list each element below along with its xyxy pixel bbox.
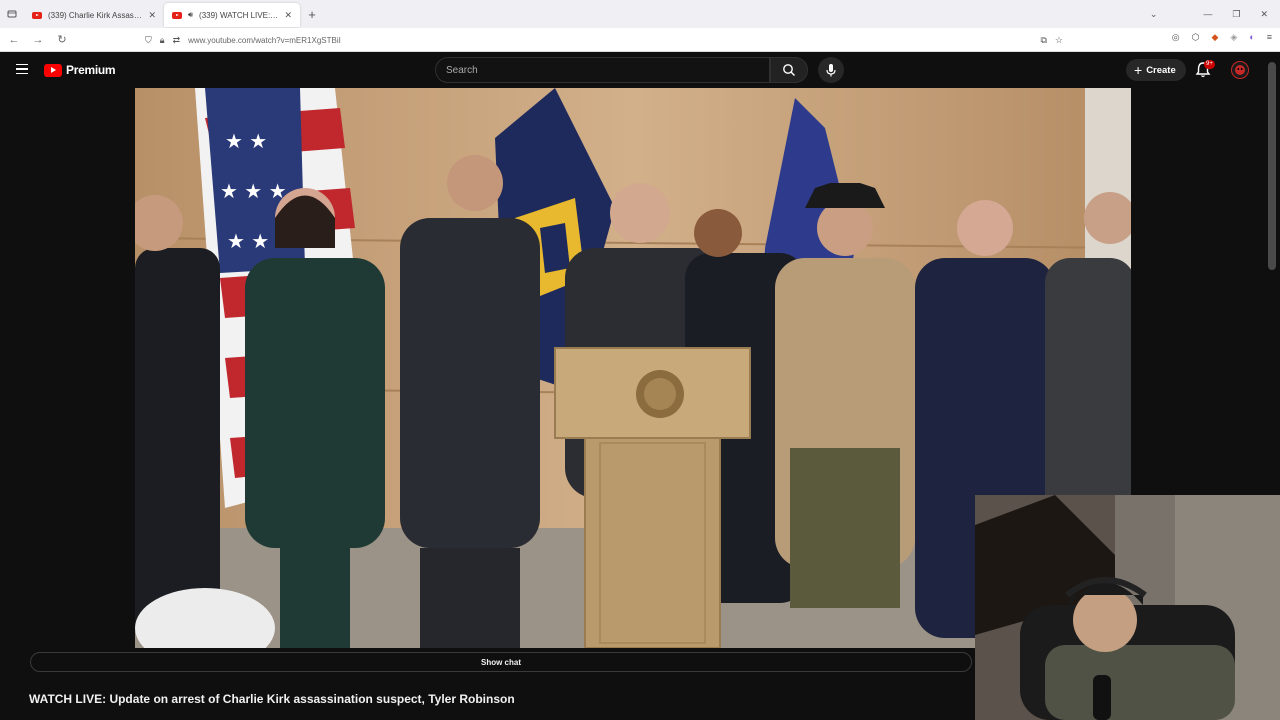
page-scrollbar[interactable] <box>1268 62 1276 270</box>
youtube-header: Premium + Create 9+ <box>0 52 1280 88</box>
search-input[interactable] <box>446 64 769 76</box>
minimize-icon[interactable]: — <box>1203 9 1212 19</box>
create-label: Create <box>1146 64 1176 76</box>
video-title: WATCH LIVE: Update on arrest of Charlie … <box>29 692 515 706</box>
permissions-icon[interactable]: ⇄ <box>173 35 181 46</box>
webcam-image <box>975 495 1280 720</box>
tab-overflow-chevron-icon[interactable]: ⌄ <box>1150 9 1158 20</box>
mic-icon <box>826 64 836 77</box>
close-tab-icon[interactable]: ✕ <box>284 10 292 21</box>
ai-extension-icon[interactable]: ◐ <box>1249 32 1254 43</box>
toolbar-icons: ◎ ⬡ ◆ ◈ ◐ ≡ <box>1172 32 1272 43</box>
translate-icon[interactable]: ⧉ <box>1040 35 1046 46</box>
logo-text: Premium <box>66 63 116 77</box>
star-icon[interactable]: ☆ <box>1055 35 1063 46</box>
search-box[interactable] <box>435 57 770 83</box>
browser-tab-2-active[interactable]: 🔊︎ (339) WATCH LIVE: Update on ✕ <box>164 3 300 27</box>
fox-extension-icon[interactable]: ◆ <box>1211 32 1218 43</box>
tab-list-icon[interactable] <box>0 0 24 28</box>
svg-text:★ ★: ★ ★ <box>225 129 267 153</box>
reload-icon[interactable]: ↻ <box>50 33 74 46</box>
window-controls: ⌄ — ❐ ✕ <box>1150 0 1280 28</box>
shield-icon[interactable]: ⛉ <box>145 35 152 46</box>
notification-badge: 9+ <box>1204 60 1215 69</box>
browser-tab-bar: (339) Charlie Kirk Assassination ✕ 🔊︎ (3… <box>0 0 1280 28</box>
youtube-favicon-icon <box>32 11 42 19</box>
browser-tab-1[interactable]: (339) Charlie Kirk Assassination ✕ <box>24 3 164 27</box>
youtube-logo[interactable]: Premium <box>44 63 116 77</box>
extensions-icon[interactable]: ⬡ <box>1192 32 1200 43</box>
youtube-play-icon <box>44 63 62 77</box>
close-window-icon[interactable]: ✕ <box>1260 9 1268 20</box>
menu-icon[interactable] <box>16 64 28 74</box>
speaker-icon[interactable]: 🔊︎ <box>188 10 193 20</box>
plus-icon: + <box>1134 62 1143 78</box>
svg-text:★ ★ ★: ★ ★ ★ <box>220 179 287 203</box>
voice-search-button[interactable] <box>818 57 844 83</box>
menu-icon[interactable]: ≡ <box>1267 32 1272 43</box>
show-chat-button[interactable]: Show chat <box>30 652 972 672</box>
avatar-icon[interactable] <box>1231 61 1249 79</box>
youtube-favicon-icon <box>172 11 182 19</box>
search-icon <box>783 64 795 76</box>
url-text[interactable]: www.youtube.com/watch?v=mER1XgSTBiI <box>188 36 1032 45</box>
search-button[interactable] <box>770 57 808 83</box>
podium <box>554 347 751 648</box>
restore-icon[interactable]: ❐ <box>1232 9 1240 20</box>
new-tab-button[interactable]: + <box>300 7 324 22</box>
tab-title: (339) WATCH LIVE: Update on <box>199 10 279 20</box>
lock-icon[interactable]: 🔒︎ <box>160 35 165 46</box>
svg-text:★ ★: ★ ★ <box>227 229 269 253</box>
tab-title: (339) Charlie Kirk Assassination <box>48 10 142 20</box>
account-icon[interactable]: ◎ <box>1172 32 1180 43</box>
close-tab-icon[interactable]: ✕ <box>148 10 156 21</box>
audio-extension-icon[interactable]: ◈ <box>1230 32 1237 43</box>
url-bar[interactable]: ⛉ 🔒︎ ⇄ www.youtube.com/watch?v=mER1XgSTB… <box>145 31 1063 49</box>
create-button[interactable]: + Create <box>1126 59 1186 81</box>
browser-nav-bar: ← → ↻ ⛉ 🔒︎ ⇄ www.youtube.com/watch?v=mER… <box>0 28 1280 52</box>
forward-icon[interactable]: → <box>26 34 50 46</box>
webcam-overlay <box>975 495 1280 720</box>
back-icon[interactable]: ← <box>2 34 26 46</box>
